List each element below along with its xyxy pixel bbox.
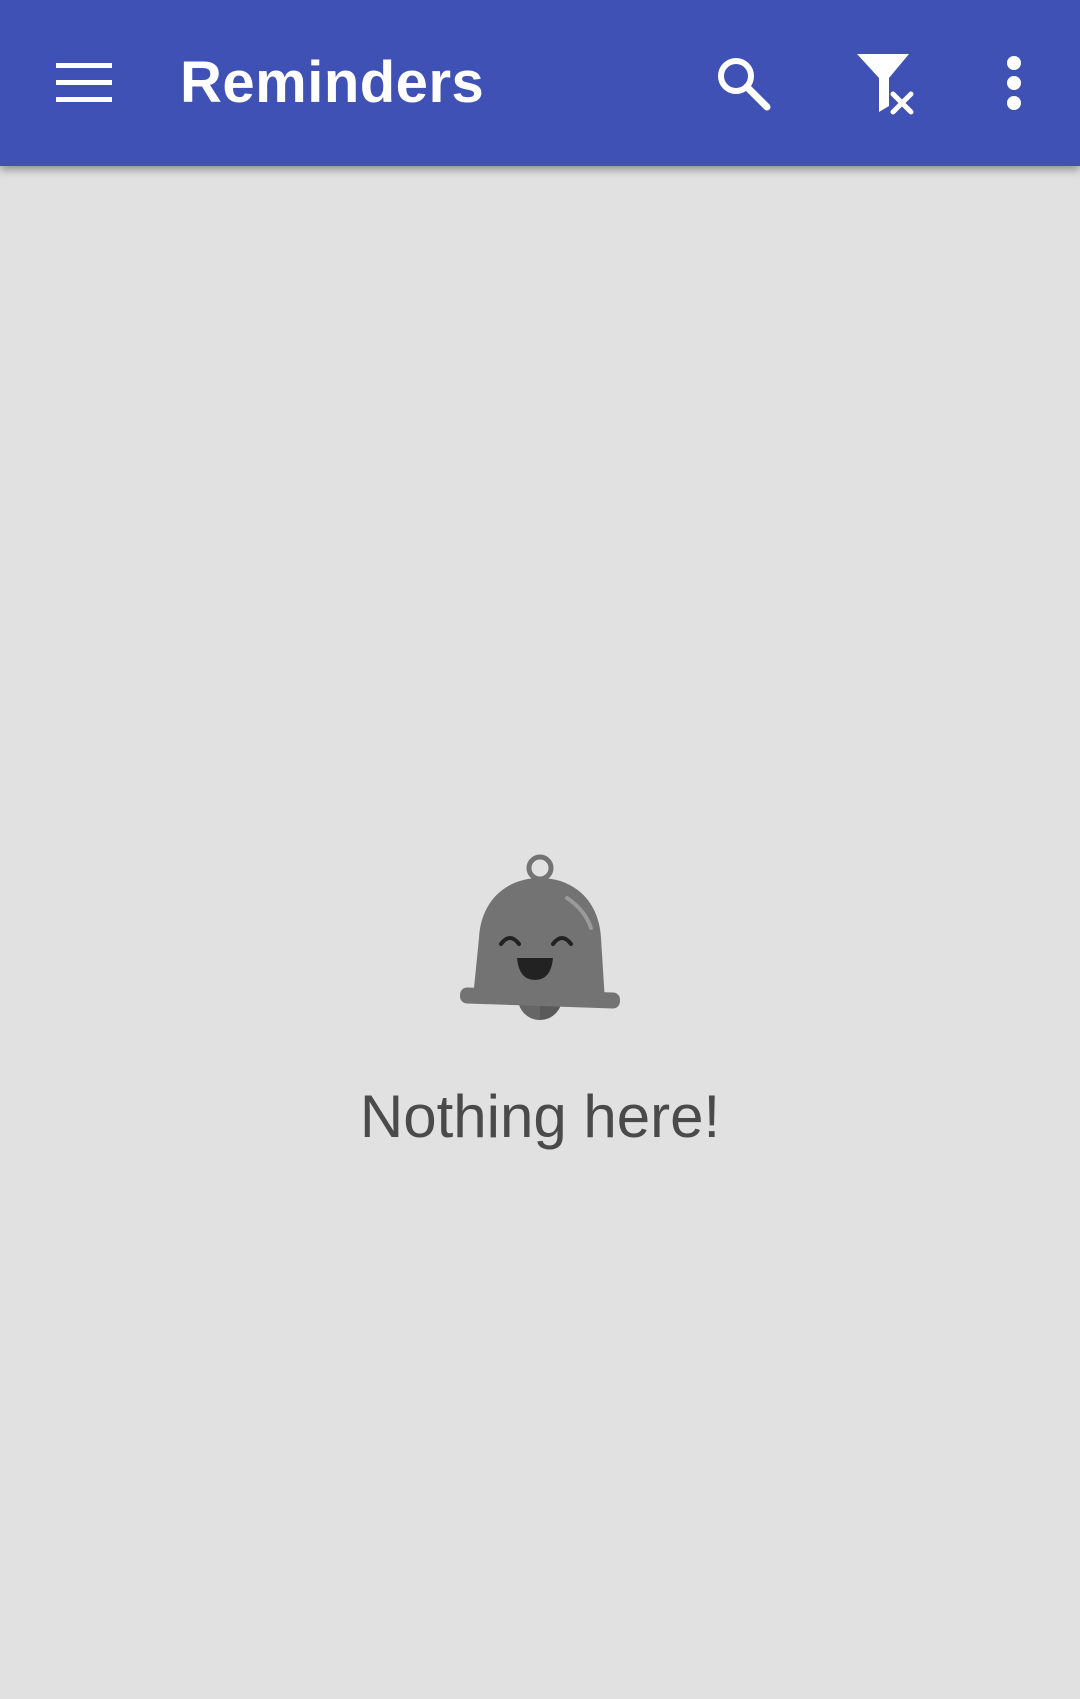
clear-filter-button[interactable] xyxy=(836,33,936,133)
more-vert-icon xyxy=(1007,56,1021,110)
search-button[interactable] xyxy=(693,33,793,133)
app-bar: Reminders xyxy=(0,0,1080,166)
reminders-screen: Reminders Nothing here! xyxy=(0,0,1080,1699)
empty-state: Nothing here! xyxy=(0,850,1080,1151)
search-icon xyxy=(718,58,771,111)
menu-button[interactable] xyxy=(34,33,134,133)
filter-clear-icon xyxy=(857,54,914,115)
page-title: Reminders xyxy=(180,50,485,115)
more-options-button[interactable] xyxy=(964,33,1064,133)
happy-bell-icon xyxy=(460,854,620,1020)
menu-icon xyxy=(56,63,112,102)
empty-state-message: Nothing here! xyxy=(359,1083,721,1150)
